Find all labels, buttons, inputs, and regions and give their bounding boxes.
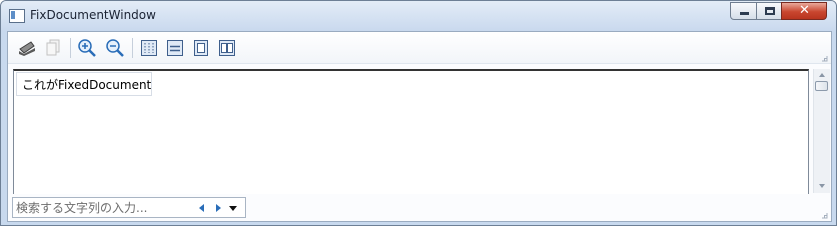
find-previous-icon[interactable] — [197, 202, 207, 214]
document-viewer: これがFixedDocument — [7, 31, 832, 222]
zoom-out-button[interactable] — [104, 37, 126, 59]
document-text: これがFixedDocument — [22, 78, 152, 92]
minimize-button[interactable] — [730, 2, 757, 20]
window-title: FixDocumentWindow — [30, 8, 156, 22]
close-button[interactable]: ✕ — [781, 2, 827, 20]
whole-page-icon — [194, 40, 208, 56]
minimize-icon — [740, 12, 749, 15]
document-page: これがFixedDocument — [16, 72, 152, 96]
maximize-button[interactable] — [756, 2, 782, 20]
two-pages-icon — [219, 40, 235, 56]
two-pages-button[interactable] — [216, 37, 238, 59]
actual-size-icon — [141, 40, 157, 56]
viewer-toolbar — [8, 32, 831, 64]
find-options-dropdown-icon[interactable] — [228, 202, 238, 214]
find-next-icon[interactable] — [213, 202, 223, 214]
app-window: FixDocumentWindow ✕ これがFixedDocument 検索す… — [0, 0, 837, 226]
zoom-out-icon — [106, 39, 124, 57]
document-page-area[interactable]: これがFixedDocument — [13, 69, 809, 197]
print-button[interactable] — [16, 37, 38, 59]
copy-icon — [46, 39, 60, 56]
toolbar-separator — [70, 38, 71, 58]
scroll-down-icon[interactable] — [819, 184, 825, 188]
whole-page-button[interactable] — [190, 37, 212, 59]
find-box — [12, 197, 246, 218]
window-icon[interactable] — [9, 9, 25, 23]
scroll-up-icon[interactable] — [819, 73, 825, 77]
actual-size-button[interactable] — [138, 37, 160, 59]
toolbar-separator — [132, 38, 133, 58]
print-icon — [19, 41, 35, 56]
page-width-button[interactable] — [164, 37, 186, 59]
findbar-grip-icon — [822, 213, 828, 219]
close-icon: ✕ — [799, 3, 810, 18]
find-toolbar — [8, 194, 831, 221]
zoom-in-button[interactable] — [76, 37, 98, 59]
page-width-icon — [167, 40, 183, 56]
maximize-icon — [765, 7, 775, 15]
zoom-in-icon — [78, 39, 96, 57]
scroll-thumb[interactable] — [815, 81, 828, 91]
title-bar[interactable]: FixDocumentWindow ✕ — [1, 1, 836, 31]
toolbar-grip-icon — [822, 56, 828, 62]
search-input[interactable] — [16, 199, 186, 216]
vertical-scrollbar[interactable] — [813, 69, 830, 193]
copy-button[interactable] — [42, 37, 64, 59]
